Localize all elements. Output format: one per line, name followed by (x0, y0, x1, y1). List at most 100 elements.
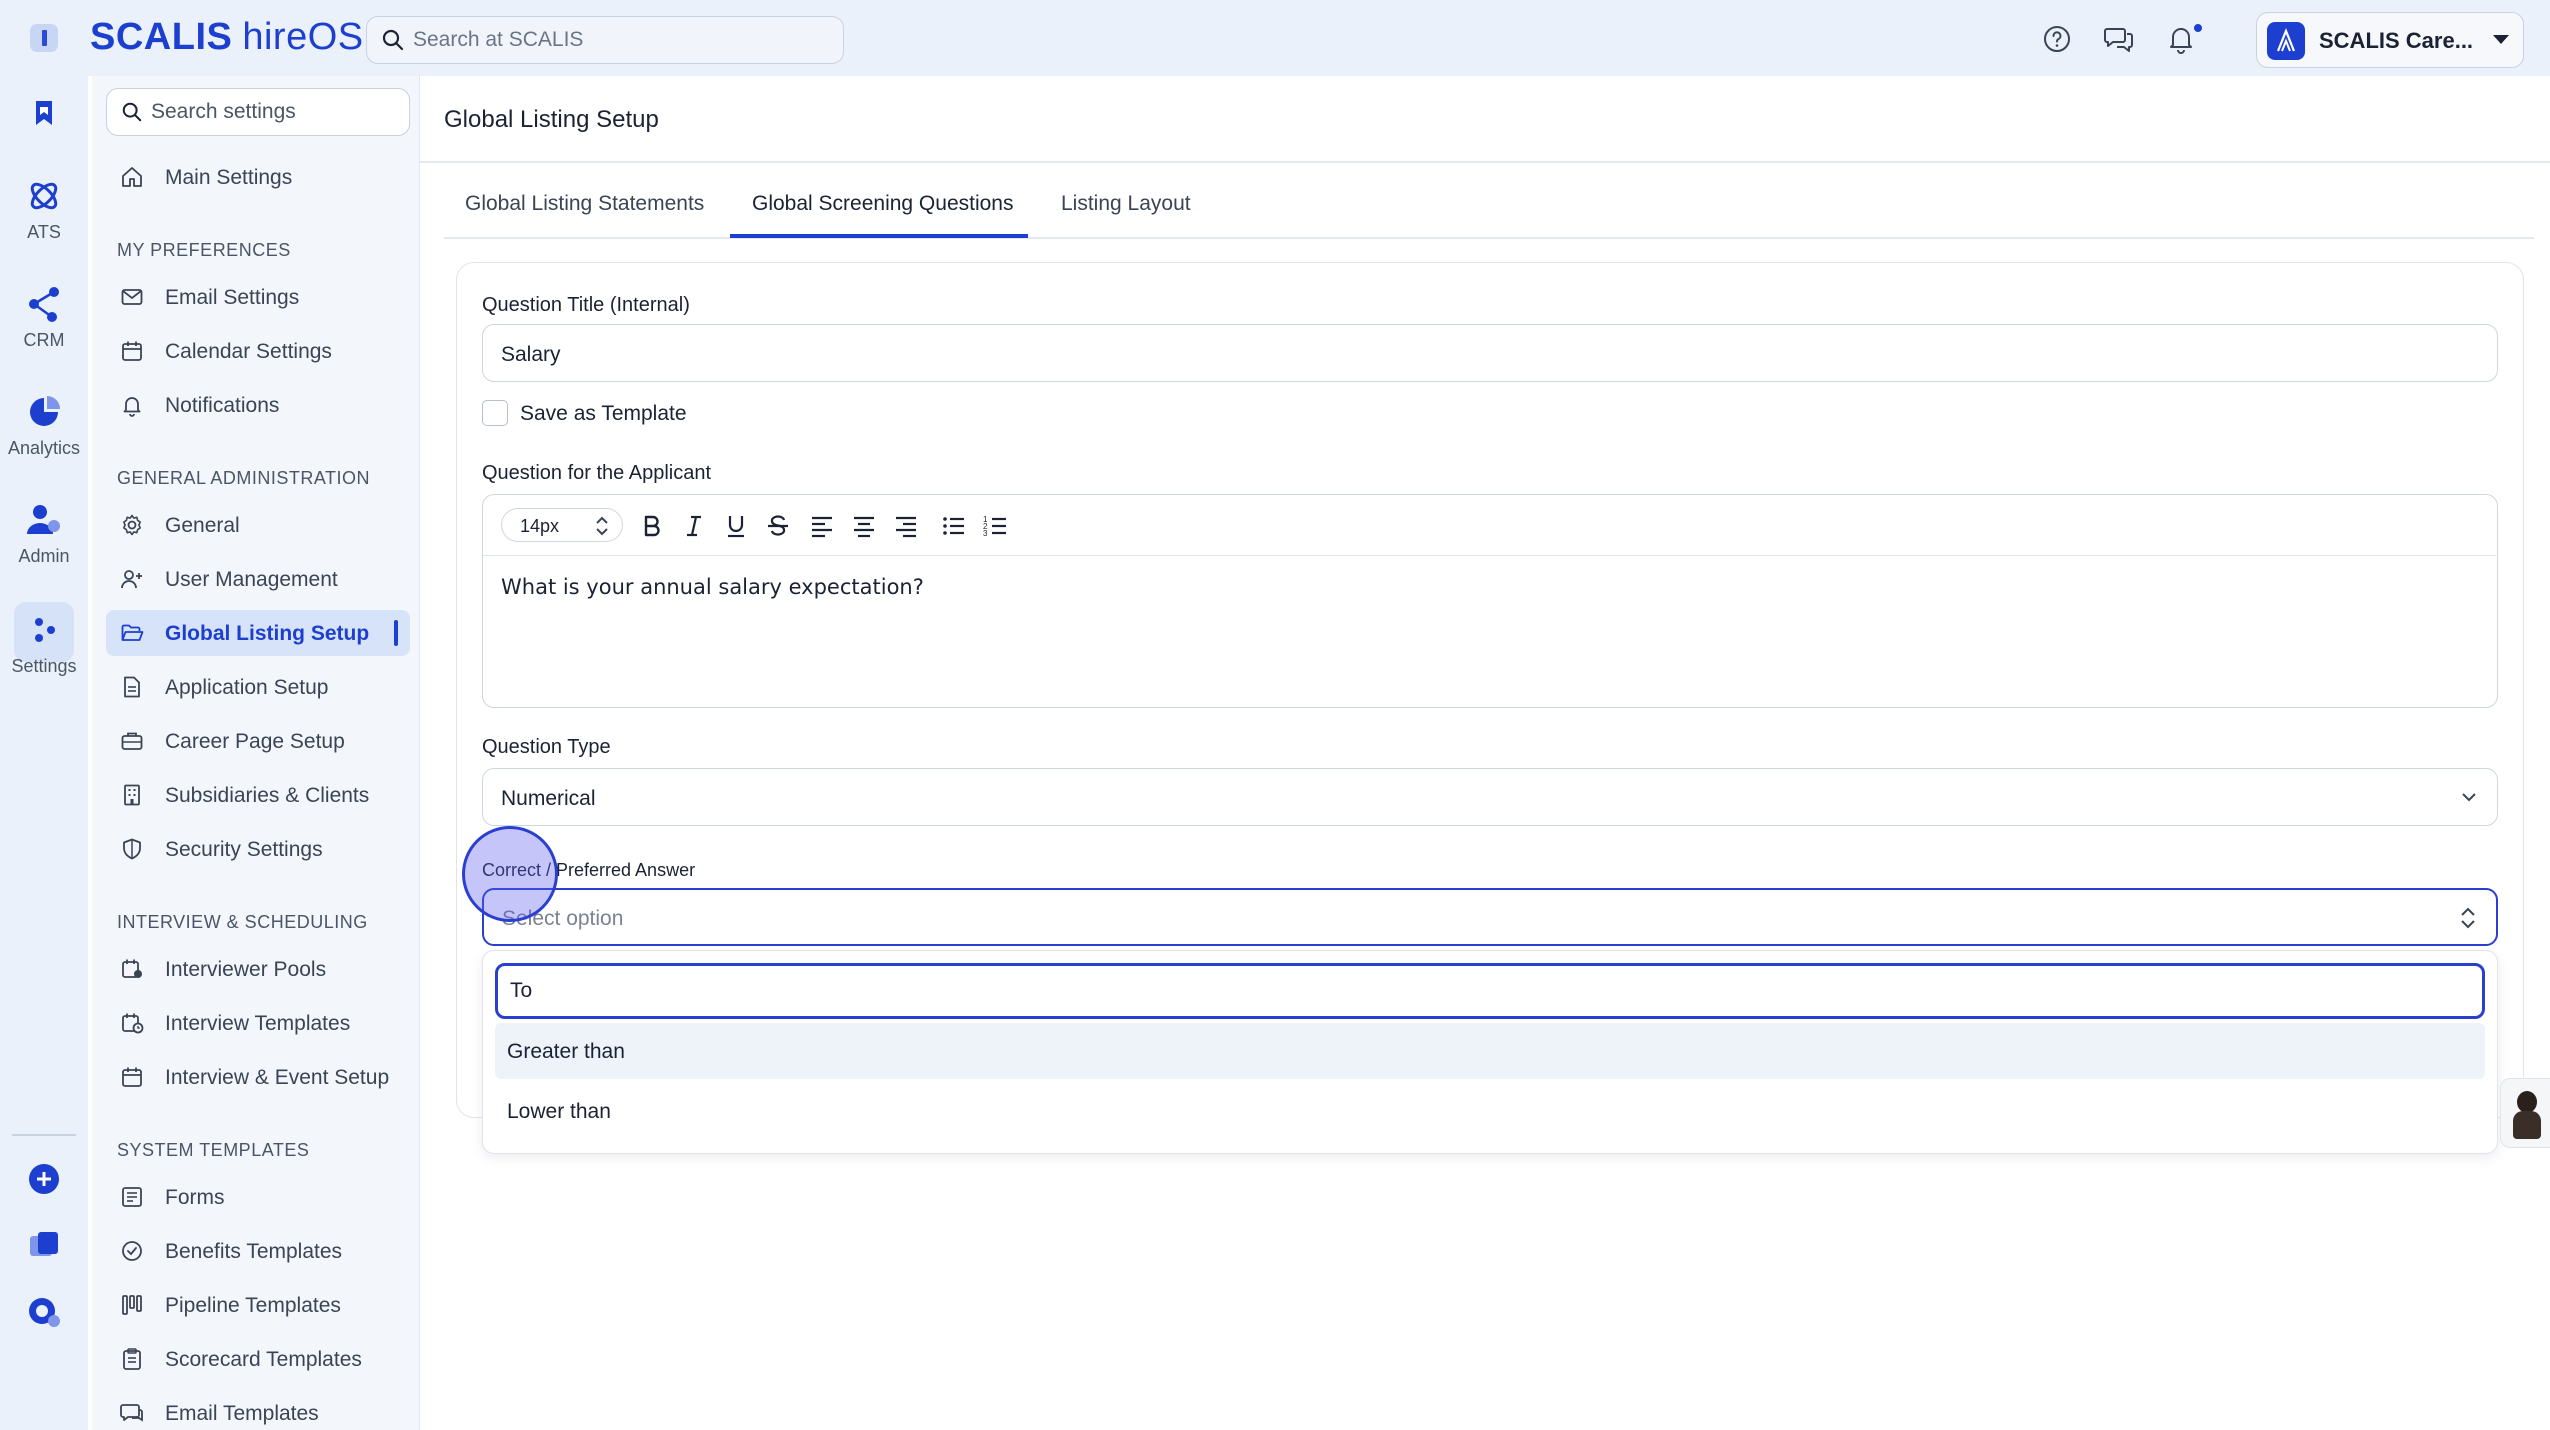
dropdown-search[interactable] (495, 963, 2485, 1019)
bullet-list-icon[interactable] (939, 511, 969, 541)
sidebar-item-label: Email Settings (165, 286, 300, 309)
sidebar-item-application-setup[interactable]: Application Setup (106, 664, 410, 710)
badge-check-icon (122, 1241, 142, 1261)
italic-icon[interactable] (679, 511, 709, 541)
rail-ats[interactable]: ATS (0, 176, 88, 243)
align-right-icon[interactable] (891, 511, 921, 541)
rail-analytics[interactable]: Analytics (0, 392, 88, 459)
sidebar-item-general[interactable]: General (106, 502, 410, 548)
sidebar-item-scorecard-templates[interactable]: Scorecard Templates (106, 1336, 410, 1382)
company-logo (2267, 22, 2305, 60)
brand-logo[interactable]: SCALIS hireOS (90, 16, 364, 59)
sidebar-item-label: Subsidiaries & Clients (165, 784, 370, 807)
chat-icon[interactable] (2102, 22, 2136, 56)
assistant-avatar[interactable] (2500, 1078, 2550, 1148)
font-size-select[interactable]: 14px (501, 508, 623, 542)
settings-sidebar: Main Settings MY PREFERENCES Email Setti… (92, 76, 420, 1430)
sidebar-item-main-settings[interactable]: Main Settings (106, 154, 410, 200)
question-body-text[interactable]: What is your annual salary expectation? (501, 575, 924, 599)
sidebar-item-notifications[interactable]: Notifications (106, 382, 410, 428)
rail-sticky[interactable] (0, 1228, 88, 1262)
top-bar: SCALIShireOS SCALIS Care... (0, 0, 2550, 76)
option-label: Lower than (507, 1100, 611, 1123)
account-name: SCALIS Care... (2319, 28, 2474, 53)
sidebar-item-label: Interviewer Pools (165, 958, 327, 981)
sidebar-item-label: Career Page Setup (165, 730, 345, 753)
settings-search[interactable] (106, 88, 410, 136)
sidebar-item-forms[interactable]: Forms (106, 1174, 410, 1220)
sidebar-item-label: General (165, 514, 240, 537)
help-icon[interactable] (2040, 22, 2074, 56)
global-search-input[interactable] (413, 17, 823, 62)
sidebar-item-label: Interview Templates (165, 1012, 351, 1035)
option-lower-than[interactable]: Lower than (495, 1083, 2485, 1139)
bold-icon[interactable] (637, 511, 667, 541)
rail-crm[interactable]: CRM (0, 284, 88, 351)
underline-icon[interactable] (721, 511, 751, 541)
answer-select[interactable]: Select option (482, 888, 2498, 946)
sidebar-item-calendar-settings[interactable]: Calendar Settings (106, 328, 410, 374)
rail-admin[interactable]: Admin (0, 500, 88, 567)
chevron-updown-icon (596, 516, 608, 536)
rail-label: ATS (27, 222, 61, 242)
sidebar-item-pipeline-templates[interactable]: Pipeline Templates (106, 1282, 410, 1328)
kanban-icon (122, 1295, 142, 1315)
rail-settings[interactable]: Settings (0, 610, 88, 677)
numbered-list-icon[interactable]: 123 (981, 511, 1011, 541)
question-title-input[interactable]: Salary (482, 324, 2498, 382)
option-greater-than[interactable]: Greater than (495, 1023, 2485, 1079)
user-plus-icon (121, 570, 142, 589)
bookmark-icon (36, 101, 52, 125)
sticky-note-icon (30, 1232, 58, 1256)
rail-bookmark[interactable] (0, 96, 88, 130)
sidebar-item-email-settings[interactable]: Email Settings (106, 274, 410, 320)
sidebar-item-label: Email Templates (165, 1402, 319, 1425)
sidebar-toggle-icon[interactable] (30, 24, 58, 52)
clipboard-icon (123, 1348, 141, 1370)
align-left-icon[interactable] (807, 511, 837, 541)
support-icon (29, 1298, 60, 1327)
sidebar-item-label: Pipeline Templates (165, 1294, 341, 1317)
rail-label: Analytics (7, 438, 81, 458)
sidebar-item-label: Calendar Settings (165, 340, 332, 363)
active-tab-indicator (730, 234, 1028, 238)
document-icon (124, 676, 140, 698)
form-icon (122, 1187, 142, 1207)
font-size-value: 14px (520, 516, 560, 536)
question-type-select[interactable]: Numerical (482, 768, 2498, 826)
tab-global-screening-questions[interactable]: Global Screening Questions (752, 192, 1014, 216)
align-center-icon[interactable] (849, 511, 879, 541)
sidebar-item-security-settings[interactable]: Security Settings (106, 826, 410, 872)
sidebar-item-email-templates[interactable]: Email Templates (106, 1390, 410, 1430)
sidebar-item-label: Scorecard Templates (165, 1348, 362, 1371)
sidebar-item-global-listing-setup[interactable]: Global Listing Setup (106, 610, 410, 656)
account-switcher[interactable]: SCALIS Care... (2256, 12, 2524, 68)
sidebar-item-interviewer-pools[interactable]: Interviewer Pools (106, 946, 410, 992)
strikethrough-icon[interactable] (763, 511, 793, 541)
rail-support[interactable] (0, 1294, 88, 1330)
section-heading: SYSTEM TEMPLATES (117, 1140, 310, 1160)
rail-label: CRM (23, 330, 65, 350)
brand-name: SCALIS (90, 16, 233, 58)
sidebar-item-user-management[interactable]: User Management (106, 556, 410, 602)
sidebar-item-career-page-setup[interactable]: Career Page Setup (106, 718, 410, 764)
calendar-icon (122, 341, 142, 361)
sidebar-item-interview-event-setup[interactable]: Interview & Event Setup (106, 1054, 410, 1100)
sidebar-item-subsidiaries-clients[interactable]: Subsidiaries & Clients (106, 772, 410, 818)
save-as-template-checkbox[interactable] (482, 400, 508, 426)
company-logo-icon (2276, 28, 2296, 52)
app-rail: ATS CRM Analytics Admin Settings SS (0, 76, 88, 1430)
mail-icon (121, 289, 143, 305)
rail-add[interactable] (0, 1162, 88, 1196)
global-search[interactable] (366, 16, 844, 64)
page-title: Global Listing Setup (444, 106, 659, 133)
analytics-icon (30, 396, 60, 426)
settings-search-input[interactable] (151, 89, 401, 134)
ats-icon (30, 182, 58, 210)
calendar-icon (122, 1067, 142, 1087)
tab-listing-layout[interactable]: Listing Layout (1061, 192, 1191, 216)
dropdown-search-input[interactable] (510, 966, 2470, 1016)
sidebar-item-benefits-templates[interactable]: Benefits Templates (106, 1228, 410, 1274)
tab-global-listing-statements[interactable]: Global Listing Statements (465, 192, 704, 216)
sidebar-item-interview-templates[interactable]: Interview Templates (106, 1000, 410, 1046)
